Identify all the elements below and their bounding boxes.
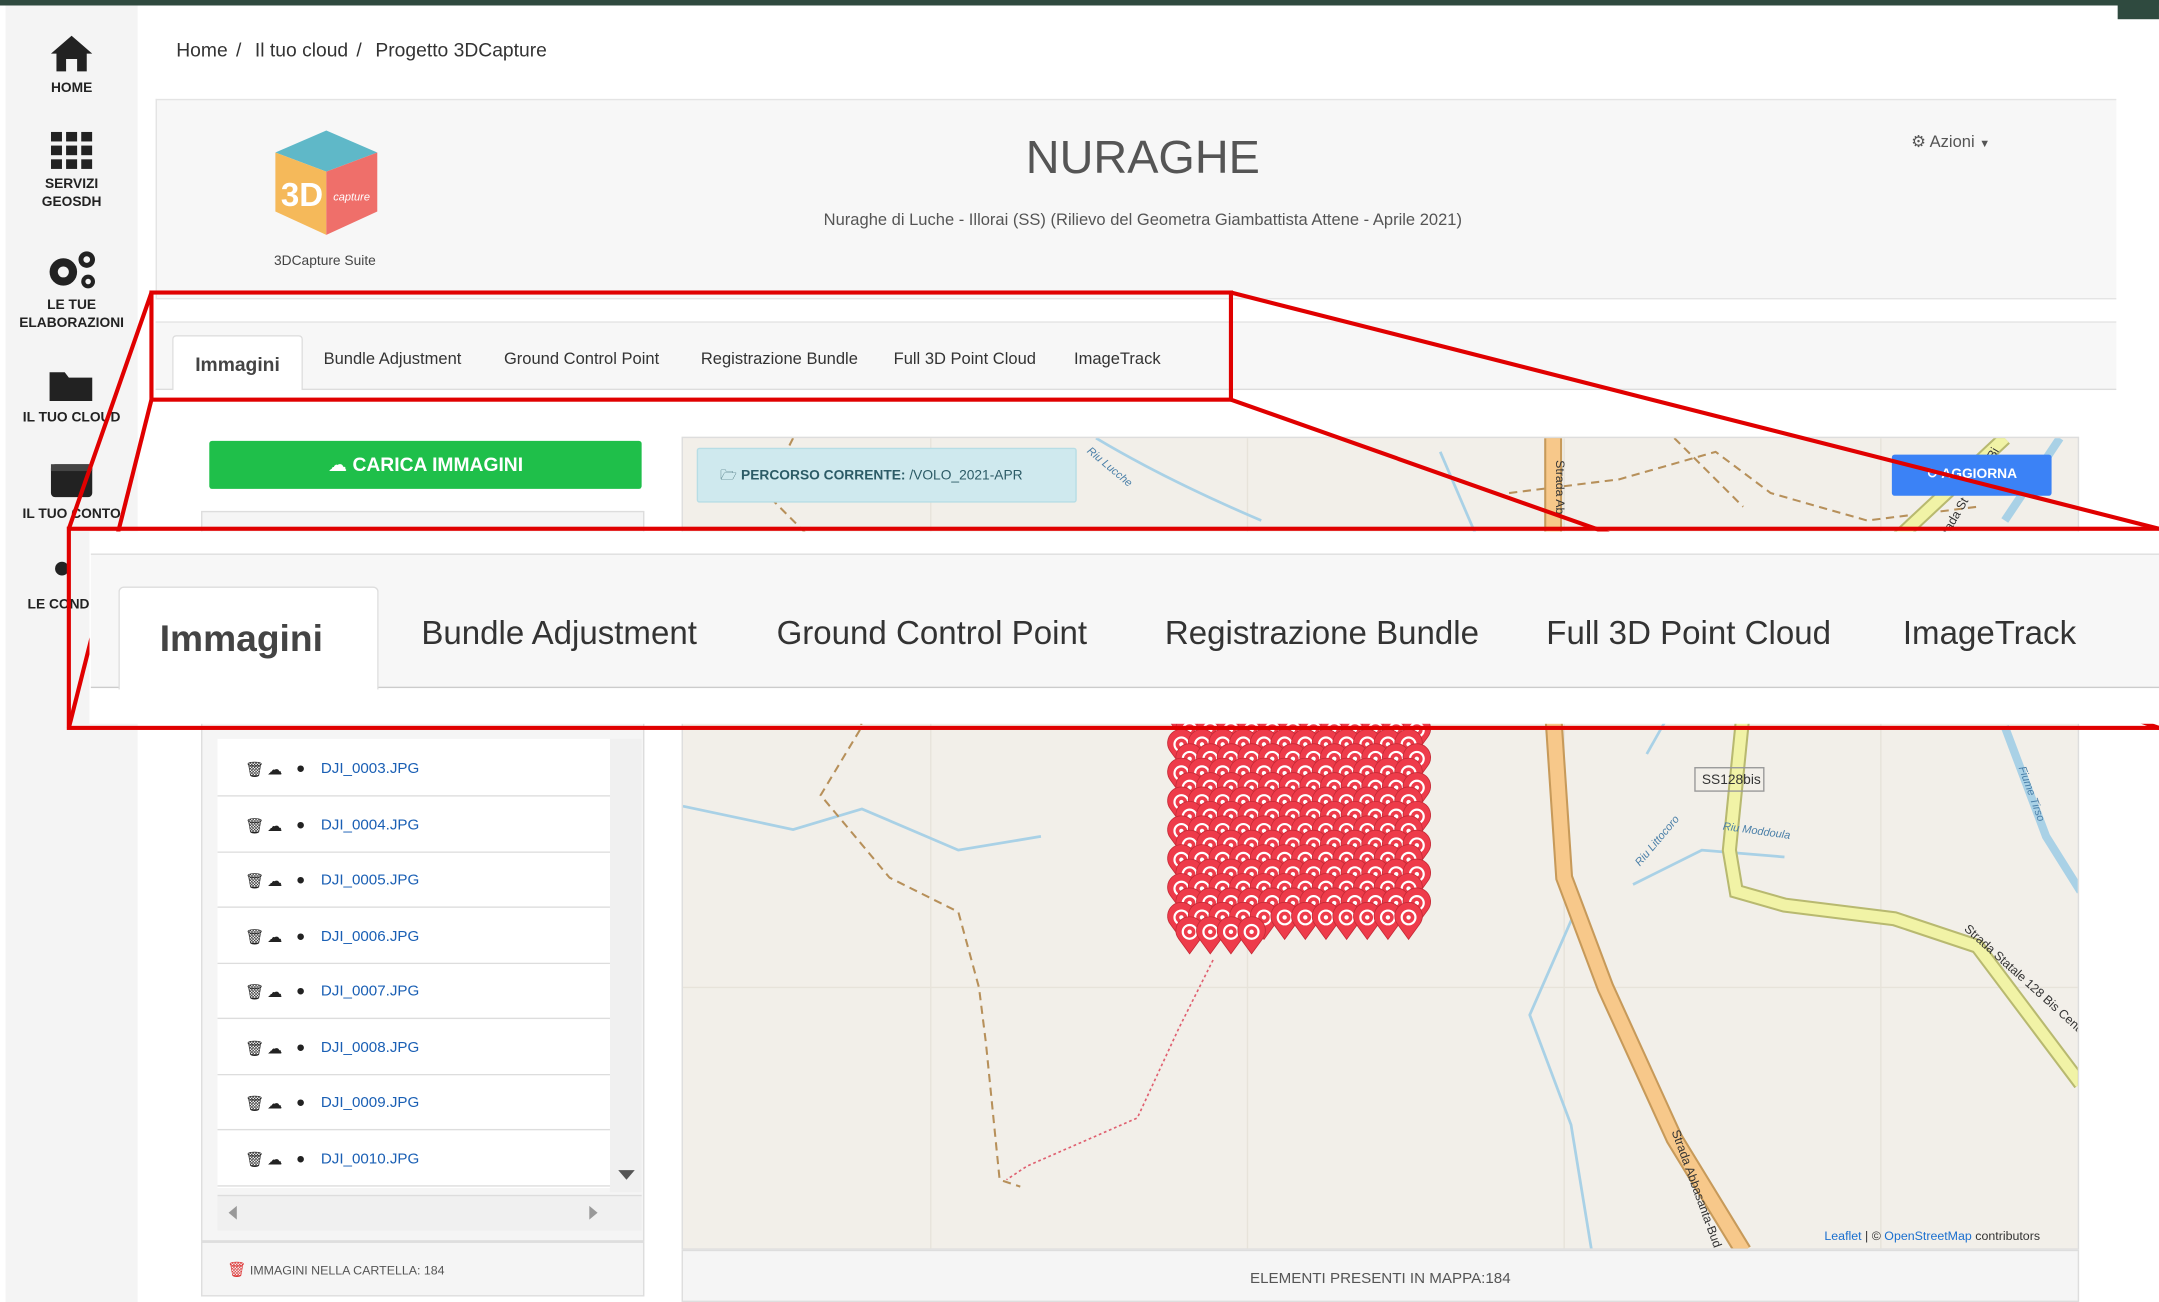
map-marker-icon[interactable]: ●: [296, 816, 305, 832]
trash-icon[interactable]: 🗑: [245, 1039, 264, 1056]
file-row: 🗑 ☁ ● DJI_0008.JPG: [217, 1019, 610, 1075]
trash-icon[interactable]: 🗑: [245, 761, 264, 778]
map-marker-icon[interactable]: ●: [296, 1150, 305, 1166]
zoom-tab-immagini[interactable]: Immagini: [160, 618, 323, 661]
map-marker-icon[interactable]: ●: [296, 983, 305, 999]
file-link[interactable]: DJI_0006.JPG: [321, 928, 420, 944]
map-marker-icon[interactable]: ●: [296, 1039, 305, 1055]
cloud-download-icon[interactable]: ☁: [267, 928, 282, 945]
file-row: 🗑 ☁ ● DJI_0010.JPG: [217, 1130, 610, 1186]
cloud-download-icon[interactable]: ☁: [267, 761, 282, 778]
trash-icon[interactable]: 🗑: [245, 1095, 264, 1112]
file-row: 🗑 ☁ ● DJI_0006.JPG: [217, 908, 610, 964]
cloud-download-icon[interactable]: ☁: [267, 1095, 282, 1112]
file-row: 🗑 ☁ ● DJI_0003.JPG: [217, 741, 610, 797]
trash-icon[interactable]: 🗑: [245, 928, 264, 945]
cloud-download-icon[interactable]: ☁: [267, 1150, 282, 1168]
file-link[interactable]: DJI_0003.JPG: [321, 761, 420, 777]
zoom-tab-bundle-adjustment[interactable]: Bundle Adjustment: [421, 615, 697, 653]
map-marker-icon[interactable]: ●: [296, 872, 305, 888]
zoom-tab-ground-control-point[interactable]: Ground Control Point: [777, 615, 1087, 653]
trash-icon[interactable]: 🗑: [245, 816, 264, 834]
map-marker-icon[interactable]: ●: [296, 928, 305, 944]
file-row: 🗑 ☁ ● DJI_0007.JPG: [217, 964, 610, 1020]
file-link[interactable]: DJI_0005.JPG: [321, 872, 420, 888]
trash-icon[interactable]: 🗑: [245, 983, 264, 1001]
zoom-tab-full-3d-point-cloud[interactable]: Full 3D Point Cloud: [1546, 615, 1831, 653]
trash-icon[interactable]: 🗑: [245, 872, 264, 889]
cloud-download-icon[interactable]: ☁: [267, 983, 282, 1001]
map-marker-icon[interactable]: ●: [296, 761, 305, 777]
zoom-tabs-bar: [90, 553, 2159, 689]
file-link[interactable]: DJI_0004.JPG: [321, 816, 420, 832]
cloud-download-icon[interactable]: ☁: [267, 1039, 282, 1056]
trash-icon[interactable]: 🗑: [245, 1150, 264, 1168]
cloud-download-icon[interactable]: ☁: [267, 816, 282, 834]
file-link[interactable]: DJI_0009.JPG: [321, 1095, 420, 1111]
map-marker-icon[interactable]: ●: [296, 1095, 305, 1111]
file-link[interactable]: DJI_0010.JPG: [321, 1150, 420, 1166]
file-link[interactable]: DJI_0007.JPG: [321, 983, 420, 999]
app-stage: HOME SERVIZI GEOSDH LE TUE ELABORAZIONI …: [0, 0, 2159, 1302]
zoom-tab-registrazione-bundle[interactable]: Registrazione Bundle: [1165, 615, 1479, 653]
file-row: 🗑 ☁ ● DJI_0009.JPG: [217, 1075, 610, 1131]
file-row: 🗑 ☁ ● DJI_0005.JPG: [217, 852, 610, 908]
zoom-tab-imagetrack[interactable]: ImageTrack: [1903, 615, 2076, 653]
cloud-download-icon[interactable]: ☁: [267, 872, 282, 889]
file-row: 🗑 ☁ ● DJI_0004.JPG: [217, 797, 610, 853]
file-link[interactable]: DJI_0008.JPG: [321, 1039, 420, 1055]
